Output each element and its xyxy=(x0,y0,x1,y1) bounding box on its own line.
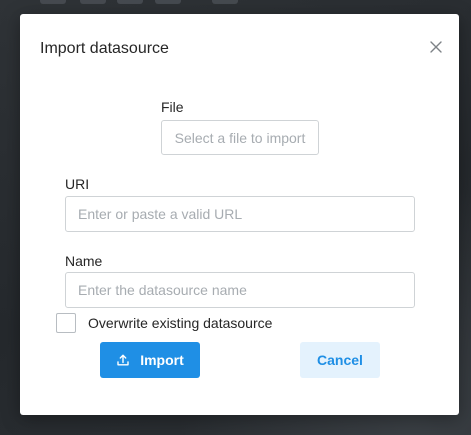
overwrite-checkbox[interactable] xyxy=(56,313,76,333)
import-datasource-dialog: Import datasource File Select a file to … xyxy=(20,14,459,415)
name-input[interactable] xyxy=(65,272,415,308)
cancel-button[interactable]: Cancel xyxy=(300,342,380,378)
import-button[interactable]: Import xyxy=(100,342,200,378)
dialog-title: Import datasource xyxy=(40,40,169,57)
overwrite-checkbox-label[interactable]: Overwrite existing datasource xyxy=(88,315,272,331)
file-select-button[interactable]: Select a file to import xyxy=(161,120,319,155)
background-toolbar-button xyxy=(80,0,106,4)
import-button-label: Import xyxy=(140,352,184,368)
background-toolbar-button xyxy=(117,0,143,4)
file-label: File xyxy=(161,99,184,115)
uri-label: URI xyxy=(65,176,90,192)
uri-input[interactable] xyxy=(65,196,415,232)
close-icon xyxy=(430,41,442,53)
cancel-button-label: Cancel xyxy=(317,352,363,368)
close-button[interactable] xyxy=(429,40,443,54)
background-toolbar-button xyxy=(40,0,66,4)
background-toolbar-button xyxy=(155,0,181,4)
background-toolbar-button xyxy=(212,0,238,4)
name-label: Name xyxy=(65,253,103,269)
upload-icon xyxy=(116,353,130,367)
